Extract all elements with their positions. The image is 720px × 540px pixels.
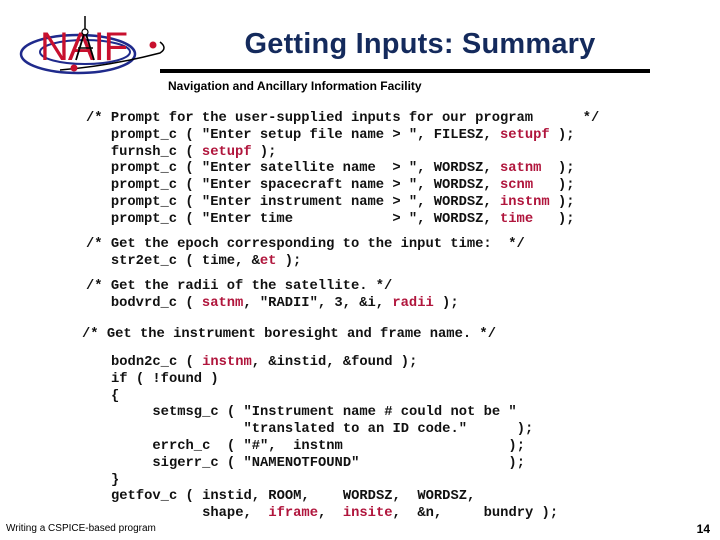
code-line: bodn2c_c ( instnm, &instid, &found ); <box>111 355 417 370</box>
code-text: bodvrd_c ( <box>86 295 202 311</box>
code-text: /* Get the instrument boresight and fram… <box>82 327 496 342</box>
code-line: "translated to an ID code." ); <box>111 422 533 437</box>
code-text: ); <box>549 194 575 210</box>
code-line: { <box>111 389 119 404</box>
code-line: /* Prompt for the user-supplied inputs f… <box>86 111 599 126</box>
code-text: ); <box>276 253 302 269</box>
code-line: prompt_c ( "Enter setup file name > ", F… <box>86 128 575 143</box>
code-line: } <box>111 473 119 488</box>
code-text: shape, <box>111 506 269 522</box>
code-line: prompt_c ( "Enter time > ", WORDSZ, time… <box>86 212 575 227</box>
code-text: ); <box>549 127 575 143</box>
slide-title: Getting Inputs: Summary <box>244 28 596 60</box>
code-line: if ( !found ) <box>111 372 219 387</box>
code-variable-highlight: iframe <box>268 506 318 522</box>
code-line: shape, iframe, insite, &n, bundry ); <box>111 506 558 521</box>
code-text: ); <box>541 161 575 177</box>
code-variable-highlight: setupf <box>499 127 550 143</box>
naif-logo: NAIF <box>10 8 170 83</box>
code-text: prompt_c ( "Enter instrument name > ", W… <box>86 194 500 210</box>
code-line: str2et_c ( time, &et ); <box>86 254 301 269</box>
code-text: if ( !found ) <box>111 371 219 387</box>
code-variable-highlight: satnm <box>499 161 542 177</box>
code-text: "translated to an ID code." ); <box>111 422 534 438</box>
code-line: setmsg_c ( "Instrument name # could not … <box>111 405 517 421</box>
code-line: prompt_c ( "Enter satellite name > ", WO… <box>86 161 575 176</box>
code-line: sigerr_c ( "NAMENOTFOUND" ); <box>111 456 525 471</box>
code-text: prompt_c ( "Enter time > ", WORDSZ, <box>86 211 500 227</box>
logo-moon-dot <box>70 64 78 72</box>
code-variable-highlight: time <box>499 211 534 227</box>
code-variable-highlight: instnm <box>202 355 252 370</box>
code-text: /* Get the epoch corresponding to the in… <box>86 237 525 252</box>
code-text: errch_c ( "#", instnm ); <box>111 438 525 454</box>
code-text: ); <box>533 178 575 194</box>
code-line: prompt_c ( "Enter spacecraft name > ", W… <box>86 178 575 193</box>
code-text: furnsh_c ( <box>86 144 202 160</box>
code-text: bodn2c_c ( <box>111 355 203 370</box>
code-variable-highlight: setupf <box>201 144 252 160</box>
code-variable-highlight: scnm <box>499 178 534 194</box>
code-block-radii: /* Get the radii of the satellite. */ bo… <box>86 279 459 313</box>
code-text: } <box>111 472 120 488</box>
code-text: prompt_c ( "Enter setup file name > ", F… <box>86 127 500 143</box>
page-number: 14 <box>696 522 710 536</box>
code-text: sigerr_c ( "NAMENOTFOUND" ); <box>111 455 525 471</box>
code-text: ); <box>433 295 459 311</box>
code-line: /* Get the epoch corresponding to the in… <box>86 237 525 252</box>
slide-subtitle: Navigation and Ancillary Information Fac… <box>168 79 422 93</box>
code-text: , &instid, &found ); <box>251 355 418 370</box>
code-block-prompts: /* Prompt for the user-supplied inputs f… <box>86 111 599 229</box>
logo-planet-dot <box>149 41 157 49</box>
code-variable-highlight: radii <box>392 295 434 311</box>
code-line: /* Get the radii of the satellite. */ <box>86 279 392 294</box>
code-text: prompt_c ( "Enter satellite name > ", WO… <box>86 161 500 177</box>
code-line: prompt_c ( "Enter instrument name > ", W… <box>86 195 575 210</box>
code-line: getfov_c ( instid, ROOM, WORDSZ, WORDSZ, <box>111 489 475 504</box>
code-text: setmsg_c ( "Instrument name # could not … <box>111 405 517 421</box>
code-text: ); <box>533 211 575 227</box>
code-variable-highlight: et <box>259 253 277 269</box>
code-variable-highlight: insite <box>342 506 393 522</box>
code-text: str2et_c ( time, & <box>86 253 260 269</box>
code-line: bodvrd_c ( satnm, "RADII", 3, &i, radii … <box>86 296 459 311</box>
code-line: furnsh_c ( setupf ); <box>86 144 277 160</box>
code-variable-highlight: instnm <box>499 194 550 210</box>
code-text: /* Prompt for the user-supplied inputs f… <box>86 111 600 126</box>
code-text: ); <box>251 144 277 160</box>
code-block-epoch: /* Get the epoch corresponding to the in… <box>86 237 525 271</box>
code-text: prompt_c ( "Enter spacecraft name > ", W… <box>86 178 500 194</box>
code-variable-highlight: satnm <box>201 295 244 311</box>
code-line: errch_c ( "#", instnm ); <box>111 439 525 454</box>
code-text: , <box>318 506 343 522</box>
footer-course-title: Writing a CSPICE-based program <box>6 523 156 534</box>
code-text: /* Get the radii of the satellite. */ <box>86 279 393 294</box>
header-rule <box>160 69 650 73</box>
code-text: { <box>111 388 120 404</box>
code-block-boresight-comment: /* Get the instrument boresight and fram… <box>82 327 496 344</box>
code-text: , "RADII", 3, &i, <box>243 295 393 311</box>
code-text: getfov_c ( instid, ROOM, WORDSZ, WORDSZ, <box>111 489 476 505</box>
code-line: /* Get the instrument boresight and fram… <box>82 327 496 342</box>
code-text: , &n, bundry ); <box>392 506 559 522</box>
code-block-boresight: bodn2c_c ( instnm, &instid, &found ); if… <box>111 355 558 523</box>
